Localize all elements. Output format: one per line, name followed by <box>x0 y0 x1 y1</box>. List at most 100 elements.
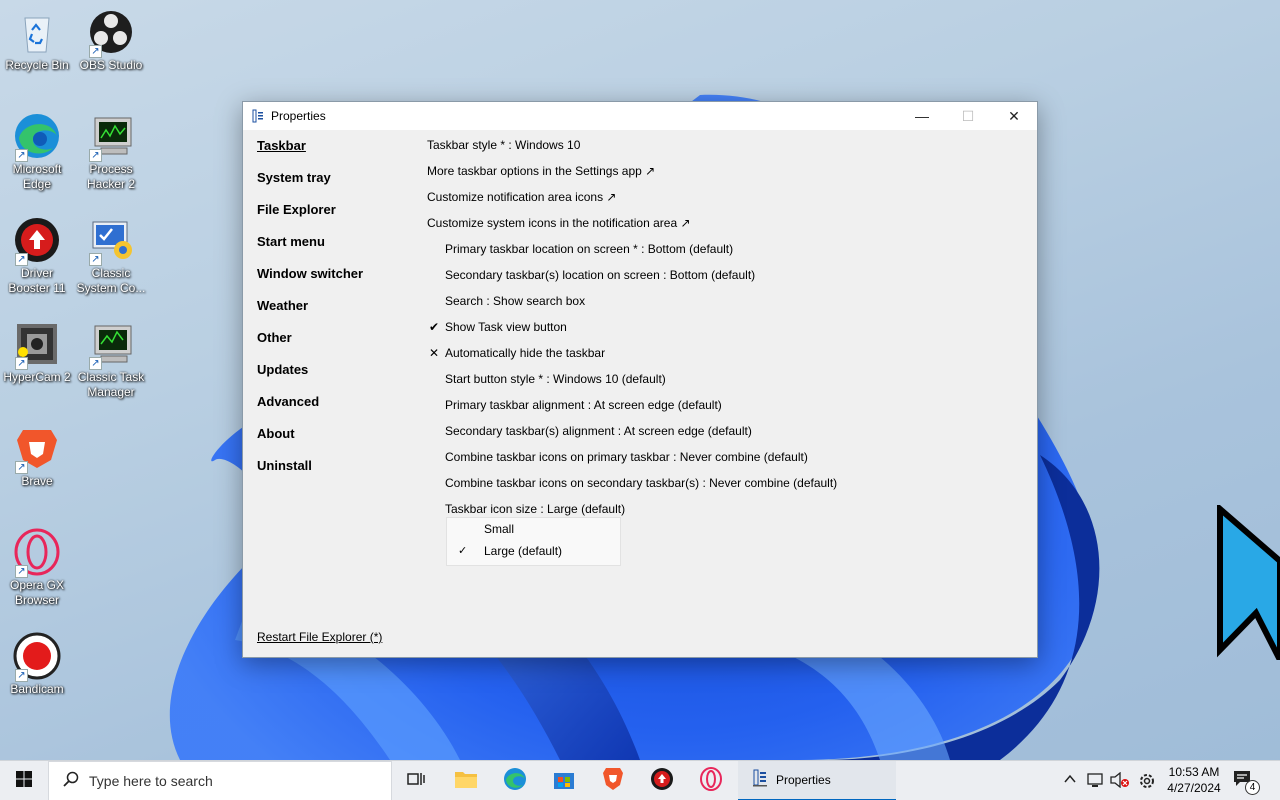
taskbar-search-box[interactable]: Type here to search <box>48 761 392 800</box>
network-icon[interactable] <box>1087 772 1105 791</box>
task-view-icon <box>407 771 425 792</box>
opera-gx-icon: ↗ <box>13 528 61 578</box>
setting-combine-primary[interactable]: Combine taskbar icons on primary taskbar… <box>427 448 1027 474</box>
desktop-icon-label: HyperCam 2 <box>3 370 71 384</box>
settings-nav: Taskbar System tray File Explorer Start … <box>257 138 407 490</box>
shortcut-arrow-icon: ↗ <box>89 253 102 266</box>
show-hidden-icons-chevron-icon[interactable] <box>1063 772 1077 789</box>
shortcut-arrow-icon: ↗ <box>15 253 28 266</box>
nav-item-weather[interactable]: Weather <box>257 298 407 330</box>
taskbar-properties-window[interactable]: Properties <box>738 761 896 800</box>
shortcut-arrow-icon: ↗ <box>89 45 102 58</box>
volume-muted-icon[interactable] <box>1110 771 1130 791</box>
taskbar-edge[interactable] <box>491 761 539 800</box>
taskbar-file-explorer[interactable] <box>442 761 490 800</box>
nav-item-system-tray[interactable]: System tray <box>257 170 407 202</box>
desktop-icon-brave[interactable]: ↗ Brave <box>0 424 74 489</box>
desktop-icon-label: Classic System Co... <box>76 266 146 295</box>
desktop-icon-label: Recycle Bin <box>5 58 69 72</box>
bandicam-icon: ↗ <box>13 632 61 682</box>
action-center-button[interactable]: 4 <box>1232 769 1262 795</box>
desktop-icon-label: OBS Studio <box>79 58 143 72</box>
setting-primary-alignment[interactable]: Primary taskbar alignment : At screen ed… <box>427 396 1027 422</box>
option-label: Large (default) <box>484 544 563 558</box>
nav-item-file-explorer[interactable]: File Explorer <box>257 202 407 234</box>
nav-item-advanced[interactable]: Advanced <box>257 394 407 426</box>
taskbar-clock[interactable]: 10:53 AM 4/27/2024 <box>1160 764 1228 796</box>
desktop-icon-bandicam[interactable]: ↗ Bandicam <box>0 632 74 697</box>
desktop-icon-classic-task-manager[interactable]: ↗ Classic Task Manager <box>74 320 148 400</box>
setting-taskbar-style[interactable]: Taskbar style * : Windows 10 <box>427 136 1027 162</box>
opera-gx-icon <box>699 766 723 796</box>
setting-auto-hide-taskbar[interactable]: ✕ Automatically hide the taskbar <box>427 344 1027 370</box>
shortcut-arrow-icon: ↗ <box>89 149 102 162</box>
restart-file-explorer-link[interactable]: Restart File Explorer (*) <box>257 630 382 644</box>
process-hacker-icon: ↗ <box>87 112 135 162</box>
setting-task-view-button[interactable]: ✔ Show Task view button <box>427 318 1027 344</box>
setting-start-button-style[interactable]: Start button style * : Windows 10 (defau… <box>427 370 1027 396</box>
nav-item-taskbar[interactable]: Taskbar <box>257 138 407 170</box>
window-title: Properties <box>271 109 326 123</box>
desktop-icon-driver-booster[interactable]: ↗ Driver Booster 11 <box>0 216 74 296</box>
desktop-icon-recycle-bin[interactable]: Recycle Bin <box>0 8 74 73</box>
desktop-icon-obs-studio[interactable]: ↗ OBS Studio <box>74 8 148 73</box>
clock-date: 4/27/2024 <box>1167 781 1221 795</box>
nav-item-about[interactable]: About <box>257 426 407 458</box>
desktop-icon-opera-gx[interactable]: ↗ Opera GX Browser <box>0 528 74 608</box>
task-view-button[interactable] <box>392 761 440 800</box>
shortcut-arrow-icon: ↗ <box>89 357 102 370</box>
microsoft-edge-icon: ↗ <box>13 112 61 162</box>
link-system-icons[interactable]: Customize system icons in the notificati… <box>427 214 1027 240</box>
taskbar-microsoft-store[interactable] <box>540 761 588 800</box>
link-notification-area-icons[interactable]: Customize notification area icons ↗ <box>427 188 1027 214</box>
shortcut-arrow-icon: ↗ <box>15 669 28 682</box>
setting-secondary-taskbar-location[interactable]: Secondary taskbar(s) location on screen … <box>427 266 1027 292</box>
nav-item-window-switcher[interactable]: Window switcher <box>257 266 407 298</box>
cross-icon: ✕ <box>428 346 440 360</box>
shortcut-arrow-icon: ↗ <box>15 461 28 474</box>
nav-item-updates[interactable]: Updates <box>257 362 407 394</box>
setting-secondary-alignment[interactable]: Secondary taskbar(s) alignment : At scre… <box>427 422 1027 448</box>
desktop-icon-hypercam[interactable]: ↗ HyperCam 2 <box>0 320 74 385</box>
setting-combine-secondary[interactable]: Combine taskbar icons on secondary taskb… <box>427 474 1027 500</box>
desktop-icon-classic-system-control[interactable]: ↗ Classic System Co... <box>74 216 148 296</box>
option-label: Small <box>484 522 515 536</box>
icon-size-dropdown-menu: Small ✓ Large (default) <box>446 517 621 566</box>
shortcut-arrow-icon: ↗ <box>15 565 28 578</box>
clock-time: 10:53 AM <box>1168 765 1220 779</box>
desktop-icon-label: Classic Task Manager <box>77 370 145 399</box>
desktop-icon-label: Microsoft Edge <box>12 162 62 191</box>
microsoft-edge-icon <box>503 767 527 796</box>
setting-search[interactable]: Search : Show search box <box>427 292 1027 318</box>
search-icon <box>63 771 79 792</box>
checkmark-icon: ✔ <box>428 320 440 334</box>
desktop-icon-microsoft-edge[interactable]: ↗ Microsoft Edge <box>0 112 74 192</box>
driver-booster-icon: ↗ <box>13 216 61 266</box>
link-settings-app-taskbar-options[interactable]: More taskbar options in the Settings app… <box>427 162 1027 188</box>
taskbar-driver-booster[interactable] <box>638 761 686 800</box>
notification-count-badge: 4 <box>1245 780 1260 795</box>
window-titlebar[interactable]: Properties — ☐ ✕ <box>243 102 1037 130</box>
maximize-button[interactable]: ☐ <box>945 102 991 130</box>
taskbar-opera-gx[interactable] <box>687 761 735 800</box>
desktop-icon-label: Driver Booster 11 <box>8 266 66 295</box>
hypercam-icon: ↗ <box>13 320 61 370</box>
mouse-pointer-icon <box>1216 502 1280 665</box>
nav-item-other[interactable]: Other <box>257 330 407 362</box>
setting-primary-taskbar-location[interactable]: Primary taskbar location on screen * : B… <box>427 240 1027 266</box>
close-button[interactable]: ✕ <box>991 102 1037 130</box>
desktop-icon-process-hacker[interactable]: ↗ Process Hacker 2 <box>74 112 148 192</box>
nav-item-uninstall[interactable]: Uninstall <box>257 458 407 490</box>
settings-gear-icon[interactable] <box>1138 772 1156 793</box>
nav-item-start-menu[interactable]: Start menu <box>257 234 407 266</box>
dropdown-option-large[interactable]: ✓ Large (default) <box>447 540 620 562</box>
taskbar-brave[interactable] <box>589 761 637 800</box>
minimize-button[interactable]: — <box>899 102 945 130</box>
dropdown-option-small[interactable]: Small <box>447 518 620 540</box>
desktop-icon-label: Brave <box>21 474 53 488</box>
shortcut-arrow-icon: ↗ <box>15 149 28 162</box>
brave-lion-icon <box>602 767 624 796</box>
check-icon: ✓ <box>458 545 468 557</box>
properties-app-icon <box>251 109 265 123</box>
start-button[interactable] <box>0 761 48 800</box>
